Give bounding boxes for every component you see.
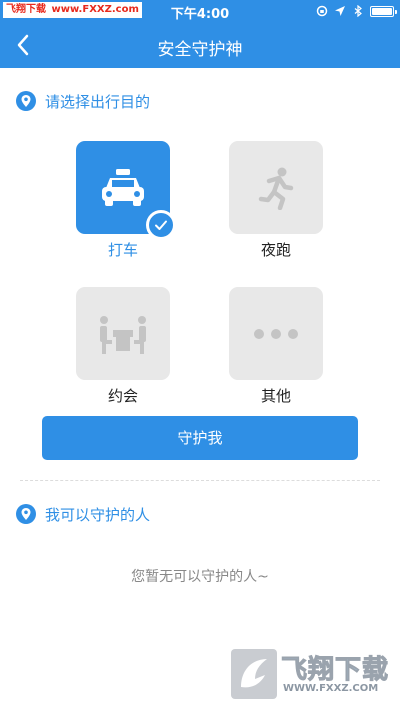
purpose-heading-label: 请选择出行目的 [45,92,151,111]
running-icon [258,167,294,210]
status-bar: 飞翔下载 www.FXXZ.com 下午4:00 [0,0,400,22]
taxi-icon [102,168,144,206]
purpose-section-heading: 请选择出行目的 [16,90,150,112]
option-night-run[interactable]: 夜跑 [229,141,323,259]
watermark-url: WWW.FXXZ.COM [283,683,379,694]
option-night-run-label: 夜跑 [260,241,291,259]
app-header: 飞翔下载 www.FXXZ.com 下午4:00 安全守护神 [0,0,400,68]
option-taxi-tile[interactable] [76,141,176,240]
watermark: 飞翔下载 WWW.FXXZ.COM [231,649,391,699]
page-title: 安全守护神 [157,40,243,60]
location-pin-icon [16,504,36,524]
guardian-heading-label: 我可以守护的人 [45,505,151,524]
selected-check-icon [146,210,176,240]
guardian-section-heading: 我可以守护的人 [16,503,150,525]
empty-state-text: 您暂无可以守护的人~ [131,569,269,585]
status-icons [316,4,397,18]
option-date[interactable]: 约会 [76,287,170,405]
option-date-label: 约会 [107,387,138,405]
option-night-run-tile[interactable] [229,141,323,234]
location-pin-icon [16,91,36,111]
guard-me-button[interactable]: 守护我 [42,416,358,460]
watermark-logo [231,649,277,699]
location-arrow-icon [335,6,345,16]
option-taxi-label: 打车 [107,241,138,259]
rotation-lock-icon [316,5,328,17]
watermark-brand: 飞翔下载 [280,655,390,686]
option-other[interactable]: 其他 [229,287,323,405]
battery-icon [370,5,397,17]
option-other-tile[interactable] [229,287,323,380]
option-date-tile[interactable] [76,287,170,380]
more-icon [254,328,298,339]
dating-icon [100,315,146,354]
option-other-label: 其他 [260,387,291,405]
bluetooth-icon [354,5,362,17]
divider [20,480,380,481]
option-taxi[interactable]: 打车 [76,141,176,259]
